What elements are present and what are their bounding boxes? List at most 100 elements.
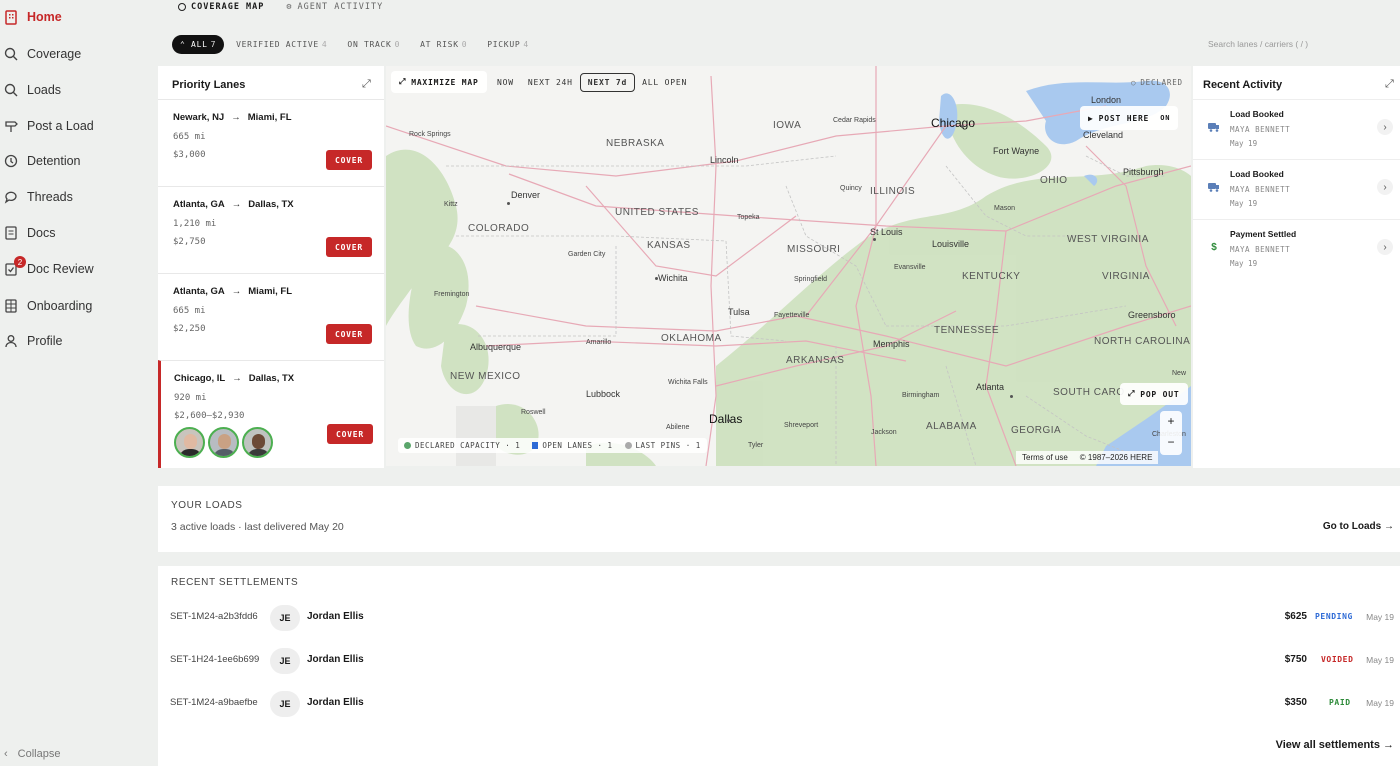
copyright-text: © 1987–2026 HERE [1079,453,1153,462]
sidebar-item-label: Home [27,10,62,24]
tab-next-24h[interactable]: NEXT 24H [521,74,580,91]
sidebar-item-doc-review[interactable]: 2 Doc Review [0,256,94,281]
settlement-row[interactable]: SET-1M24-a9baefbe JE Jordan Ellis $350 P… [158,689,1400,719]
declared-toggle[interactable]: ○ DECLARED [1131,71,1183,93]
pop-out-button[interactable]: ⤢ POP OUT [1120,383,1188,405]
settlement-row[interactable]: SET-1H24-1ee6b699 JE Jordan Ellis $750 V… [158,646,1400,676]
view-all-settlements-link[interactable]: View all settlements → [1276,739,1394,751]
circle-icon [178,3,186,11]
panel-title: Priority Lanes [172,79,246,91]
map-label: ARKANSAS [786,355,845,366]
map-label: GEORGIA [1011,425,1062,436]
sidebar-item-label: Docs [27,226,56,240]
search-input[interactable]: Search lanes / carriers ( / ) [1200,33,1392,57]
map-label: Greensboro [1128,310,1176,320]
tab-all-open[interactable]: ALL OPEN [635,74,694,91]
activity-user: MAYA BENNETT [1230,125,1291,134]
carrier-avatars [174,427,273,458]
filter-verified-active[interactable]: VERIFIED ACTIVE 4 [228,35,335,54]
map-label: Shreveport [784,422,819,429]
cover-button[interactable]: COVER [326,324,372,344]
map-label: Albuquerque [470,342,522,352]
filter-all[interactable]: ⌃ ALL 7 [172,35,225,54]
maximize-map-button[interactable]: ⤢ MAXIMIZE MAP [391,71,487,93]
pop-out-icon: ⤢ [1128,389,1136,398]
lane-card-selected[interactable]: Chicago, IL → Dallas, TX 920 mi $2,600–$2,… [158,360,384,468]
sidebar-item-threads[interactable]: Threads [0,185,73,209]
expand-icon[interactable]: ⤢ [1385,78,1394,91]
lane-origin: Atlanta, GA [173,199,225,210]
lane-miles: 1,210 mi [173,219,217,229]
lane-card[interactable]: Atlanta, GA → Miami, FL 665 mi $2,250 COVE… [158,273,384,360]
map-label: Wichita Falls [668,379,708,386]
filter-pickup[interactable]: PICKUP 4 [479,35,537,54]
activity-user: MAYA BENNETT [1230,245,1291,254]
expand-icon: ⤢ [399,77,407,86]
lane-card[interactable]: Newark, NJ → Miami, FL 665 mi $3,000 COVER [158,99,384,186]
sidebar-item-home[interactable]: Home [0,5,62,29]
tab-next-7d[interactable]: NEXT 7d [579,72,636,92]
avatar: JE [270,648,300,674]
sidebar-item-label: Doc Review [27,262,94,276]
sidebar-item-profile[interactable]: Profile [0,329,62,353]
sidebar-item-docs[interactable]: Docs [0,221,55,245]
terms-link[interactable]: Terms of use [1022,453,1068,462]
go-to-loads-link[interactable]: Go to Loads → [1323,521,1394,532]
avatar[interactable] [242,427,273,458]
filter-at-risk[interactable]: AT RISK 0 [412,35,475,54]
lane-card[interactable]: Atlanta, GA → Dallas, TX 1,210 mi $2,750 C… [158,186,384,273]
zoom-in-button[interactable]: + [1160,411,1182,432]
chevron-right-icon[interactable]: › [1377,239,1393,255]
zoom-out-button[interactable]: − [1160,432,1182,453]
activity-item[interactable]: Load Booked MAYA BENNETT May 19 › [1193,159,1400,219]
lane-miles: 920 mi [174,393,207,403]
arrow-right-icon: → [232,373,242,384]
collapse-button[interactable]: ‹ Collapse [4,748,60,760]
chevron-right-icon[interactable]: › [1377,119,1393,135]
cover-button[interactable]: COVER [327,424,373,444]
activity-date: May 19 [1230,259,1258,268]
map-label: Lubbock [586,389,621,399]
sidebar-item-loads[interactable]: Loads [0,78,61,102]
sidebar-item-onboarding[interactable]: Onboarding [0,294,92,318]
cover-button[interactable]: COVER [326,237,372,257]
sidebar-item-detention[interactable]: Detention [0,149,81,173]
settlement-amount: $625 [1284,611,1307,622]
loads-summary: 3 active loads · last delivered May 20 [171,521,344,533]
map-label: New [1172,370,1187,377]
map-label: MISSOURI [787,244,841,255]
map-attribution: Terms of use © 1987–2026 HERE [1016,451,1159,464]
arrow-right-icon: → [231,112,241,123]
map-label: London [1091,95,1122,105]
expand-icon[interactable]: ⤢ [362,78,371,91]
settlement-row[interactable]: SET-1M24-a2b3fdd6 JE Jordan Ellis $625 P… [158,603,1400,633]
truck-icon [1207,180,1221,194]
activity-item[interactable]: Load Booked MAYA BENNETT May 19 › [1193,99,1400,159]
avatar[interactable] [208,427,239,458]
lane-origin: Atlanta, GA [173,286,225,297]
tab-agent-activity[interactable]: ⚙ AGENT ACTIVITY [286,2,383,12]
settlement-id: SET-1M24-a9baefbe [170,697,258,708]
priority-lanes-panel: Priority Lanes ⤢ Newark, NJ → Miami, FL 66… [158,66,384,468]
chevron-right-icon[interactable]: › [1377,179,1393,195]
carrier-name: Jordan Ellis [307,697,364,708]
time-tabs: NOW NEXT 24H NEXT 7d ALL OPEN [490,71,694,93]
coverage-map[interactable]: NEBRASKA IOWA ILLINOIS OHIO COLORADO UNI… [386,66,1191,466]
map-label: Tulsa [728,307,750,317]
cover-button[interactable]: COVER [326,150,372,170]
clock-icon [2,152,20,170]
post-here-toggle[interactable]: ▶ POST HERE ON [1080,106,1179,130]
avatar[interactable] [174,427,205,458]
filter-on-track[interactable]: ON TRACK 0 [339,35,408,54]
map-label: NORTH CAROLINA [1094,336,1191,347]
map-label: KENTUCKY [962,271,1021,282]
sidebar: Home Coverage Loads Post a Load Detentio… [0,0,150,766]
sidebar-item-post-a-load[interactable]: Post a Load [0,114,94,138]
carrier-name: Jordan Ellis [307,611,364,622]
tab-coverage-map[interactable]: COVERAGE MAP [178,2,264,12]
activity-item[interactable]: $ Payment Settled MAYA BENNETT May 19 › [1193,219,1400,279]
settlement-date: May 19 [1366,655,1394,665]
sidebar-item-coverage[interactable]: Coverage [0,42,81,66]
recent-settlements-card: RECENT SETTLEMENTS SET-1M24-a2b3fdd6 JE … [158,566,1400,766]
tab-now[interactable]: NOW [490,74,521,91]
